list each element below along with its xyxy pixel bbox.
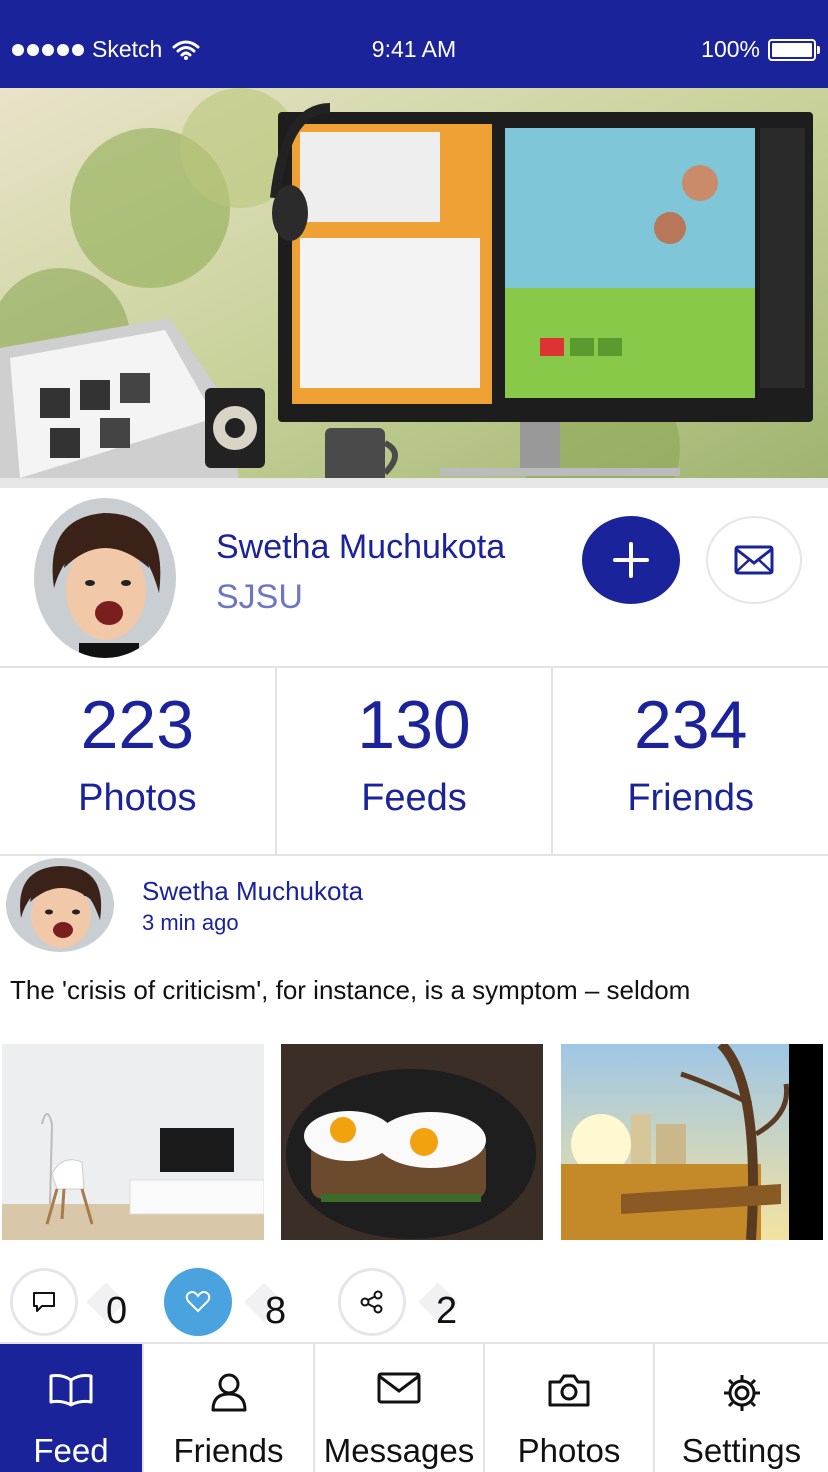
heart-icon [185,1291,211,1313]
stat-friends[interactable]: 234 Friends [553,668,828,854]
like-count: 8 [265,1290,287,1332]
profile-header: Swetha Muchukota SJSU [0,488,828,668]
post-author-name[interactable]: Swetha Muchukota [142,876,363,907]
tab-messages[interactable]: Messages [315,1344,485,1472]
stat-feeds[interactable]: 130 Feeds [277,668,554,854]
tab-feed[interactable]: Feed [0,1344,144,1472]
tab-label: Friends [173,1432,284,1469]
message-button[interactable] [706,516,802,604]
comment-icon [33,1292,55,1312]
envelope-icon [734,545,774,575]
tab-friends[interactable]: Friends [144,1344,315,1472]
share-icon [360,1290,383,1314]
post-author-avatar[interactable] [6,858,114,952]
tab-bar: Feed Friends Messages Photos Settings [0,1342,828,1472]
comment-button[interactable] [10,1268,78,1336]
battery-percent: 100% [701,36,760,62]
battery-icon [768,38,820,61]
tab-label: Photos [517,1432,621,1469]
tab-label: Settings [681,1432,802,1469]
post-photo-eggs[interactable] [281,1044,543,1240]
stat-value: 223 [80,687,195,763]
post-text: The 'crisis of criticism', for instance,… [10,975,691,1005]
cover-image [0,88,828,488]
cover-photo [0,88,828,488]
like-button[interactable] [164,1268,232,1336]
tab-photos[interactable]: Photos [485,1344,655,1472]
profile-avatar[interactable] [34,498,176,658]
plus-icon [613,542,649,578]
tab-settings[interactable]: Settings [655,1344,828,1472]
share-button[interactable] [338,1268,406,1336]
post-photo-park[interactable] [561,1044,823,1240]
stat-label: Friends [627,776,755,819]
post-timestamp: 3 min ago [142,910,239,935]
book-icon [49,1374,93,1407]
stat-value: 234 [633,687,748,763]
status-bar: Sketch 9:41 AM 100% [0,0,828,88]
stat-value: 130 [357,687,471,763]
comment-count: 0 [106,1290,128,1332]
stat-label: Feeds [361,776,467,819]
profile-name: Swetha Muchukota [216,528,506,566]
profile-stats: 223 Photos 130 Feeds 234 Friends [0,668,828,856]
status-battery-group: 100% [701,36,820,63]
stat-photos[interactable]: 223 Photos [0,668,277,854]
tab-label: Feed [33,1432,109,1469]
envelope-icon [377,1372,421,1404]
gear-icon [723,1375,760,1411]
profile-school: SJSU [216,578,303,616]
share-count: 2 [436,1290,458,1332]
person-icon [211,1373,246,1412]
camera-icon [548,1374,590,1407]
tab-label: Messages [323,1432,475,1469]
add-friend-button[interactable] [582,516,680,604]
post-photo-living-room[interactable] [2,1044,264,1240]
stat-label: Photos [78,776,197,819]
